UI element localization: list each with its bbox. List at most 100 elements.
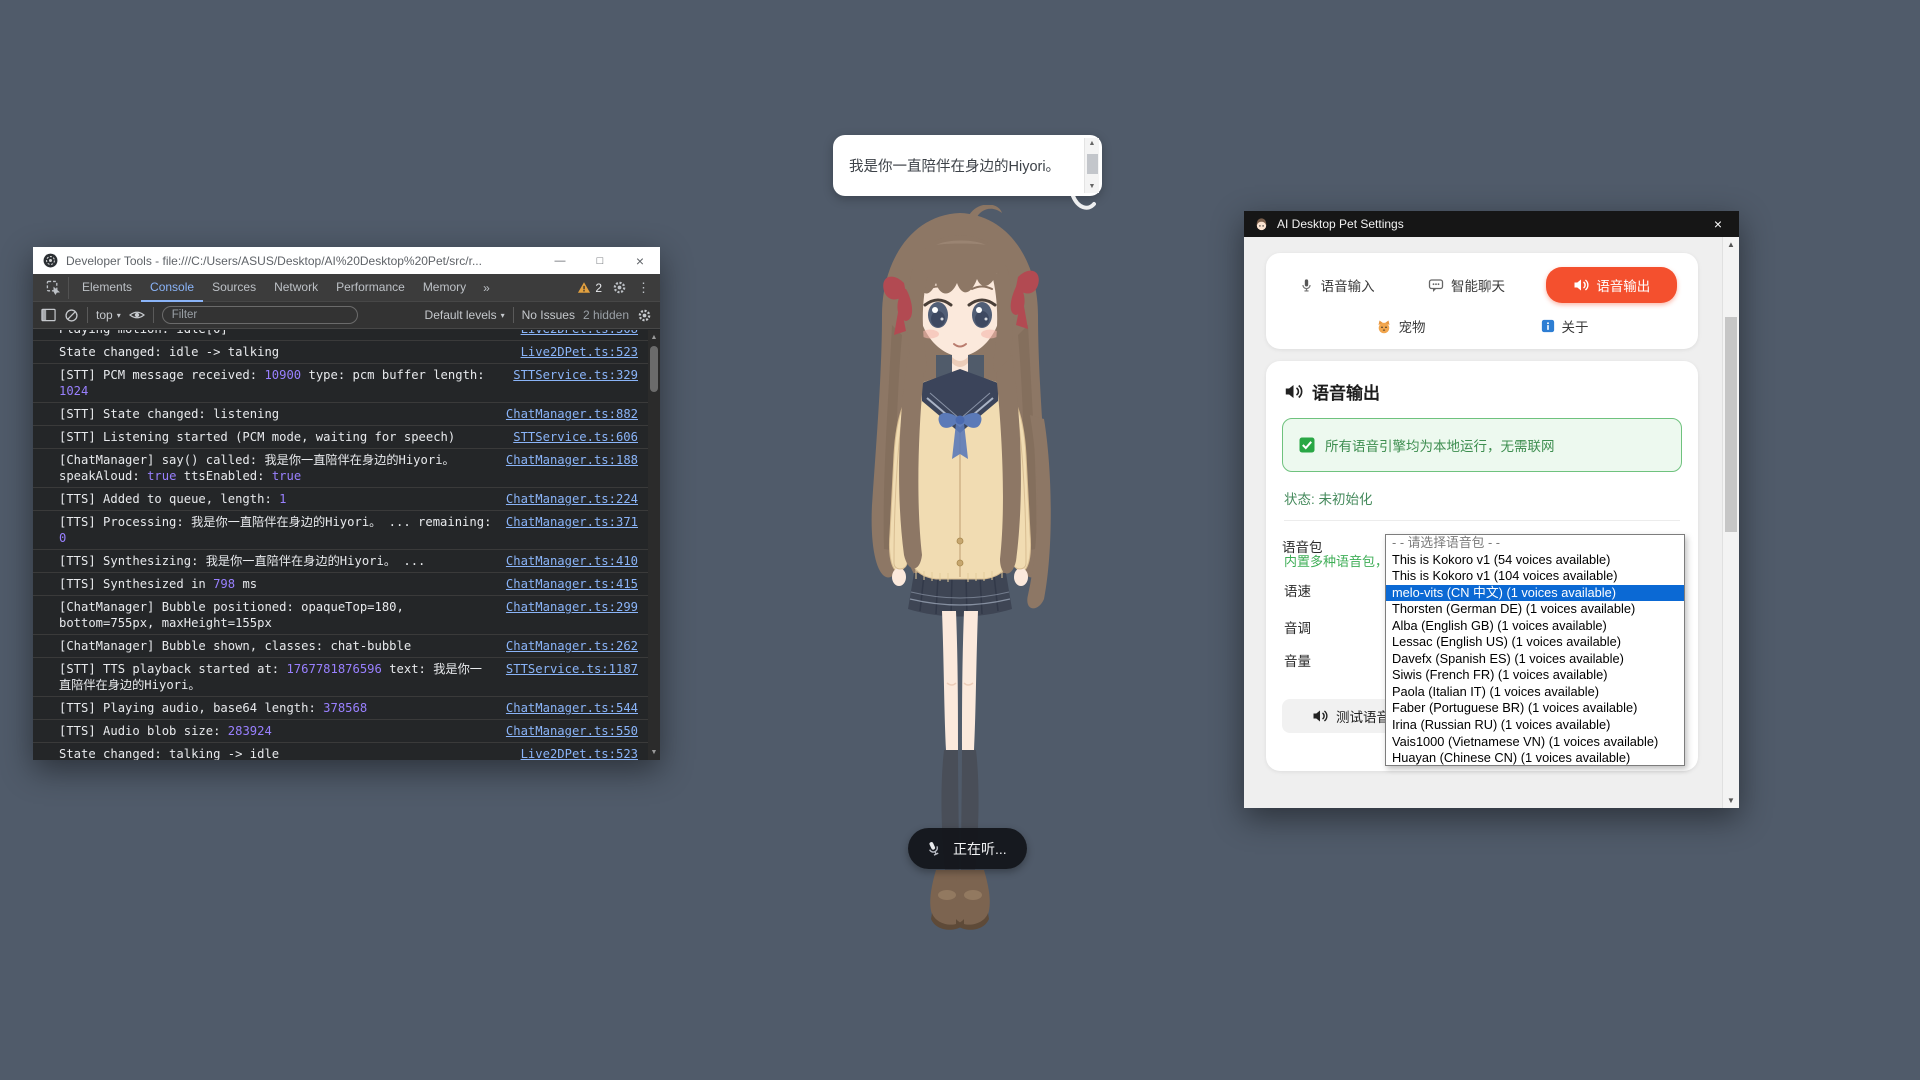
voice-pack-option[interactable]: This is Kokoro v1 (104 voices available) (1386, 568, 1684, 585)
console-scrollbar[interactable]: ▲ ▼ (648, 330, 660, 760)
settings-body: 语音输入 智能聊天 (1244, 237, 1739, 808)
devtools-titlebar[interactable]: Developer Tools - file:///C:/Users/ASUS/… (33, 247, 660, 274)
source-link[interactable]: ChatManager.ts:224 (506, 491, 638, 507)
scroll-down-icon[interactable]: ▼ (1723, 793, 1739, 808)
scroll-down-icon[interactable]: ▼ (1085, 181, 1099, 193)
voice-pack-option[interactable]: Faber (Portuguese BR) (1 voices availabl… (1386, 700, 1684, 717)
gear-icon[interactable] (612, 280, 627, 295)
scroll-up-icon[interactable]: ▲ (1085, 138, 1099, 150)
voice-pack-option[interactable]: - - 请选择语音包 - - (1386, 535, 1684, 552)
tab-label: 语音输出 (1596, 275, 1650, 295)
settings-titlebar[interactable]: AI Desktop Pet Settings × (1244, 211, 1739, 237)
console-log-row: [STT] PCM message received: 10900 type: … (33, 364, 648, 403)
voice-pack-option[interactable]: Huayan (Chinese CN) (1 voices available) (1386, 750, 1684, 767)
devtools-tab-memory[interactable]: Memory (414, 274, 475, 302)
pet-character[interactable] (852, 205, 1067, 930)
scroll-thumb[interactable] (1725, 317, 1737, 532)
tab-label: 语音输入 (1321, 275, 1375, 295)
devtools-app-icon (43, 253, 58, 268)
console-log-row: State changed: talking -> idleLive2DPet.… (33, 743, 648, 760)
source-link[interactable]: Live2DPet.ts:523 (521, 746, 638, 760)
tab-about[interactable]: 关于 (1529, 309, 1601, 343)
devtools-tab-network[interactable]: Network (265, 274, 327, 302)
console-filter-input[interactable] (162, 306, 358, 324)
voice-pack-option[interactable]: Davefx (Spanish ES) (1 voices available) (1386, 651, 1684, 668)
tab-voice-input[interactable]: 语音输入 (1287, 268, 1387, 302)
source-link[interactable]: ChatManager.ts:188 (506, 452, 638, 468)
no-issues-label[interactable]: No Issues (522, 308, 575, 322)
source-link[interactable]: STTService.ts:606 (513, 429, 638, 445)
scroll-down-icon[interactable]: ▼ (648, 746, 660, 759)
devtools-tab-performance[interactable]: Performance (327, 274, 414, 302)
devtools-tab-console[interactable]: Console (141, 274, 203, 302)
source-link[interactable]: ChatManager.ts:299 (506, 599, 638, 615)
voice-pack-option[interactable]: Vais1000 (Vietnamese VN) (1 voices avail… (1386, 734, 1684, 751)
settings-title: AI Desktop Pet Settings (1277, 217, 1699, 231)
log-levels-selector[interactable]: Default levels ▾ (425, 308, 505, 322)
devtools-tab-elements[interactable]: Elements (73, 274, 141, 302)
settings-tab-card: 语音输入 智能聊天 (1266, 253, 1698, 349)
source-link[interactable]: STTService.ts:329 (513, 367, 638, 383)
console-log-row: [STT] State changed: listeningChatManage… (33, 403, 648, 426)
console-log: Playing motion: idle[0]Live2DPet.ts:508S… (33, 330, 648, 760)
devtools-tab-sources[interactable]: Sources (203, 274, 265, 302)
settings-window: AI Desktop Pet Settings × 语音输入 (1244, 211, 1739, 808)
voice-pack-option[interactable]: Lessac (English US) (1 voices available) (1386, 634, 1684, 651)
console-message: [STT] Listening started (PCM mode, waiti… (59, 429, 513, 445)
hidden-messages-label[interactable]: 2 hidden (583, 308, 629, 322)
console-message: [TTS] Synthesized in 798 ms (59, 576, 506, 592)
pet-ahoge (968, 205, 1002, 219)
pet-blush-left (921, 330, 939, 339)
minimize-button[interactable]: — (540, 255, 580, 267)
source-link[interactable]: Live2DPet.ts:508 (521, 330, 638, 337)
source-link[interactable]: ChatManager.ts:262 (506, 638, 638, 654)
console-log-row: [STT] TTS playback started at: 176778187… (33, 658, 648, 697)
settings-scrollbar[interactable]: ▲ ▼ (1722, 237, 1739, 808)
kebab-menu-icon[interactable]: ⋮ (637, 280, 650, 296)
levels-label: Default levels (425, 308, 497, 322)
scroll-up-icon[interactable]: ▲ (648, 331, 660, 344)
context-selector[interactable]: top ▾ (96, 308, 121, 322)
status-label: 状态: (1284, 492, 1315, 507)
source-link[interactable]: ChatManager.ts:415 (506, 576, 638, 592)
source-link[interactable]: ChatManager.ts:371 (506, 514, 638, 530)
voice-pack-option[interactable]: This is Kokoro v1 (54 voices available) (1386, 552, 1684, 569)
source-link[interactable]: STTService.ts:1187 (506, 661, 638, 677)
console-log-row: [ChatManager] Bubble positioned: opaqueT… (33, 596, 648, 635)
clear-console-icon[interactable] (64, 308, 79, 323)
voice-pack-option[interactable]: Thorsten (German DE) (1 voices available… (1386, 601, 1684, 618)
scroll-up-icon[interactable]: ▲ (1723, 237, 1739, 252)
inspect-element-icon[interactable] (39, 277, 69, 299)
scroll-thumb[interactable] (650, 346, 658, 392)
tab-smart-chat[interactable]: 智能聊天 (1416, 268, 1517, 302)
voice-pack-option[interactable]: Irina (Russian RU) (1 voices available) (1386, 717, 1684, 734)
voice-pack-option[interactable]: melo-vits (CN 中文) (1 voices available) (1386, 585, 1684, 602)
pitch-label: 音调 (1284, 617, 1311, 637)
voice-pack-option[interactable]: Paola (Italian IT) (1 voices available) (1386, 684, 1684, 701)
voice-pack-option[interactable]: Siwis (French FR) (1 voices available) (1386, 667, 1684, 684)
speech-bubble-scrollbar[interactable]: ▲ ▼ (1084, 138, 1099, 193)
section-heading: 语音输出 (1284, 379, 1682, 404)
tab-pet[interactable]: 宠物 (1364, 309, 1438, 343)
console-sidebar-icon[interactable] (41, 308, 56, 322)
warning-badge[interactable]: 2 (577, 281, 602, 295)
console-message: [ChatManager] Bubble positioned: opaqueT… (59, 599, 506, 631)
gear-icon[interactable] (637, 308, 652, 323)
speaker-icon (1312, 708, 1328, 724)
more-tabs-icon[interactable]: » (475, 281, 498, 295)
source-link[interactable]: ChatManager.ts:882 (506, 406, 638, 422)
source-link[interactable]: Live2DPet.ts:523 (521, 344, 638, 360)
source-link[interactable]: ChatManager.ts:410 (506, 553, 638, 569)
close-button[interactable]: × (1707, 216, 1729, 232)
voice-pack-option[interactable]: Alba (English GB) (1 voices available) (1386, 618, 1684, 635)
tab-voice-output[interactable]: 语音输出 (1546, 267, 1677, 303)
source-link[interactable]: ChatManager.ts:544 (506, 700, 638, 716)
console-message: [STT] TTS playback started at: 176778187… (59, 661, 506, 693)
close-button[interactable]: × (620, 253, 660, 269)
eye-icon[interactable] (129, 309, 145, 321)
settings-app-icon (1254, 217, 1269, 232)
scroll-thumb[interactable] (1087, 154, 1098, 174)
devtools-tabbar-right: 2 ⋮ (577, 280, 654, 296)
source-link[interactable]: ChatManager.ts:550 (506, 723, 638, 739)
maximize-button[interactable]: □ (580, 255, 620, 267)
